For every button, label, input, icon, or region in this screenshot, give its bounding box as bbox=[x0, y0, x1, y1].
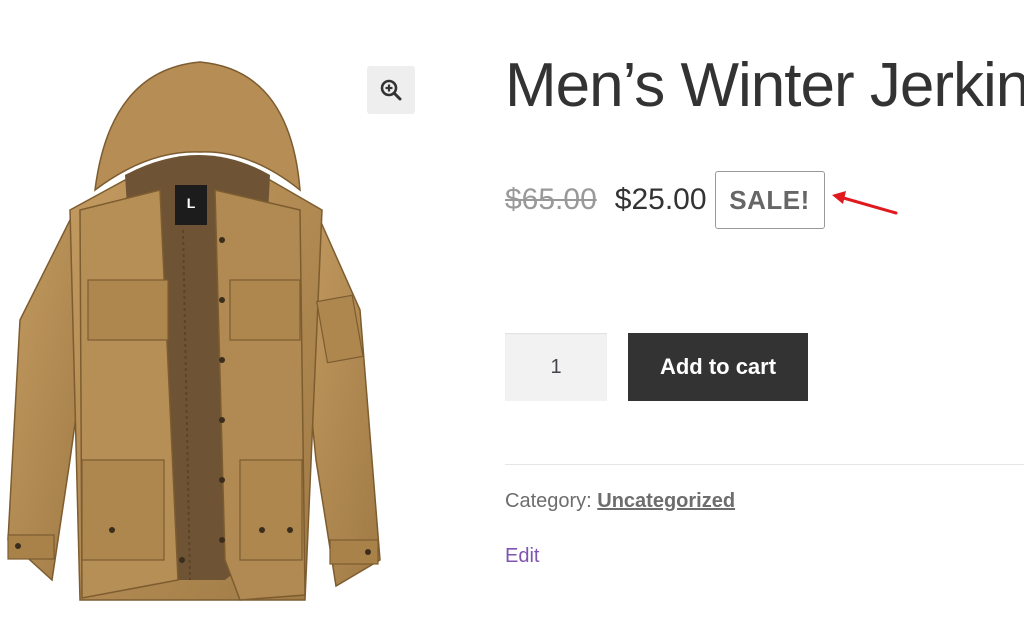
zoom-in-icon bbox=[380, 79, 402, 101]
quantity-input[interactable] bbox=[505, 333, 607, 401]
add-to-cart-button[interactable]: Add to cart bbox=[628, 333, 808, 401]
red-arrow-icon bbox=[832, 191, 898, 215]
chest-pocket-left bbox=[87, 279, 169, 341]
zoom-button[interactable] bbox=[367, 66, 415, 114]
category-label: Category: bbox=[505, 490, 598, 512]
product-meta: Category: Uncategorized bbox=[505, 490, 735, 513]
lower-pocket-right bbox=[239, 459, 303, 561]
sale-badge: SALE! bbox=[714, 171, 825, 229]
label-tag-text: L bbox=[187, 195, 196, 211]
left-cuff bbox=[7, 534, 55, 560]
category-link[interactable]: Uncategorized bbox=[597, 490, 735, 512]
lower-pocket-left bbox=[81, 459, 165, 561]
product-title: Men’s Winter Jerkins bbox=[505, 51, 1024, 120]
jacket-illustration: L bbox=[7, 61, 381, 601]
edit-link[interactable]: Edit bbox=[505, 545, 539, 568]
regular-price: $65.00 bbox=[505, 183, 597, 216]
divider bbox=[505, 464, 1024, 465]
chest-pocket-right bbox=[229, 279, 301, 341]
sale-price: $25.00 bbox=[614, 183, 707, 216]
product-image[interactable]: L bbox=[0, 40, 392, 620]
add-to-cart-form: Add to cart bbox=[505, 333, 808, 401]
product-page: L Men’s Winter Jerkins $65.00 $25.00 SAL… bbox=[0, 0, 1024, 631]
price-row: $65.00 $25.00 SALE! bbox=[505, 168, 825, 232]
